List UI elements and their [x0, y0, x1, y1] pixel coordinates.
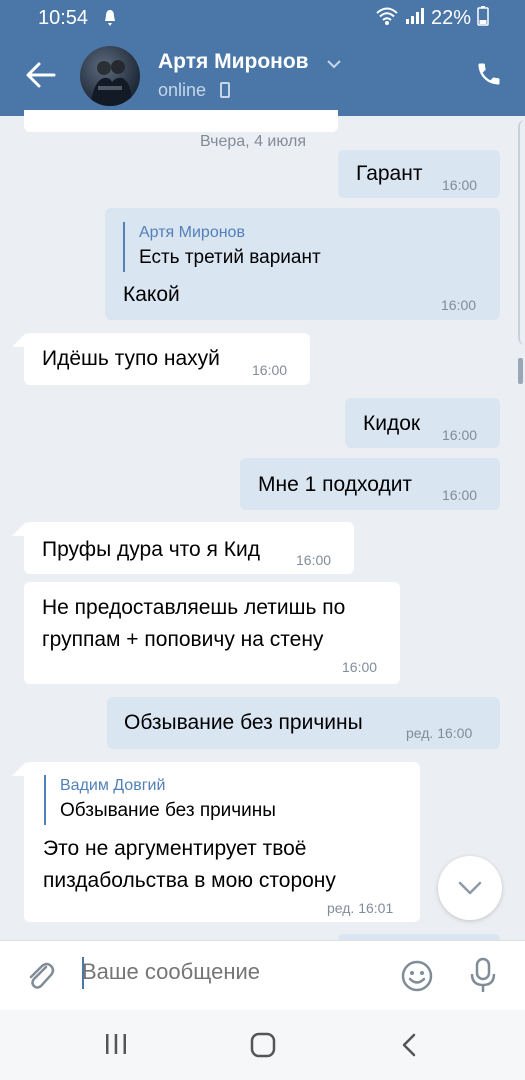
smiley-icon[interactable] — [400, 959, 434, 998]
chevron-down-icon — [456, 878, 484, 903]
message-bubble-outgoing[interactable]: Артя Миронов Есть третий вариант Какой 1… — [105, 208, 500, 320]
contact-name[interactable]: Артя Миронов — [158, 50, 309, 74]
status-right: 22% — [375, 6, 489, 31]
reply-text: Есть третий вариант — [139, 247, 321, 268]
microphone-icon[interactable] — [468, 957, 498, 1000]
status-time: 10:54 — [38, 7, 89, 29]
recents-icon[interactable] — [104, 1032, 128, 1061]
mobile-icon — [220, 82, 230, 98]
message-bubble-outgoing[interactable]: Обзывание без причины ред. 16:00 — [107, 697, 500, 749]
status-bar: 10:54 22% — [0, 0, 525, 36]
message-input[interactable] — [82, 959, 382, 985]
wifi-icon — [375, 6, 399, 31]
message-time: 16:00 — [342, 659, 378, 675]
message-text-line: пиздабольства в мою сторону — [43, 869, 336, 892]
scroll-down-button[interactable] — [438, 856, 502, 920]
message-time: 16:00 — [252, 362, 288, 378]
message-bubble-incoming[interactable]: Пруфы дура что я Кид 16:00 — [24, 522, 354, 574]
paperclip-icon[interactable] — [24, 959, 56, 998]
message-text: Обзывание без причины — [124, 711, 363, 734]
message-text: Мне 1 подходит — [258, 473, 413, 496]
signal-icon — [405, 7, 425, 30]
scrollbar-thumb[interactable] — [518, 358, 523, 384]
home-icon[interactable] — [250, 1032, 276, 1063]
message-time: ред. 16:00 — [406, 725, 473, 741]
date-separator: Вчера, 4 июля — [200, 133, 306, 150]
battery-percent: 22% — [430, 7, 471, 29]
app-bar: Артя Миронов online — [0, 36, 525, 116]
message-time: 16:00 — [442, 427, 478, 443]
reply-quote[interactable]: Артя Миронов Есть третий вариант — [123, 222, 321, 272]
arrow-left-icon[interactable] — [24, 60, 58, 90]
compose-bar — [0, 940, 525, 1011]
message-bubble-outgoing[interactable]: Гарант 16:00 — [338, 150, 500, 198]
phone-icon[interactable] — [475, 60, 503, 93]
system-nav-bar — [0, 1010, 525, 1080]
message-bubble-incoming[interactable]: Не предоставляешь летишь по группам + по… — [24, 582, 400, 684]
message-text-line: группам + поповичу на стену — [42, 628, 324, 651]
message-text-line: Это не аргументирует твоё — [43, 837, 307, 860]
chat-header: 10:54 22% Артя Миронов online — [0, 0, 525, 116]
message-time: 16:00 — [442, 177, 478, 193]
message-time: 16:00 — [296, 552, 332, 568]
notification-icon — [102, 8, 118, 33]
message-bubble-partial[interactable] — [24, 110, 338, 132]
scroll-track — [518, 120, 525, 345]
message-bubble-incoming[interactable]: Вадим Довгий Обзывание без причины Это н… — [24, 762, 420, 922]
message-bubble-outgoing[interactable]: Мне 1 подходит 16:00 — [240, 458, 500, 510]
reply-author: Артя Миронов — [139, 224, 245, 241]
message-text: Идёшь тупо нахуй — [42, 347, 220, 370]
battery-icon — [477, 6, 489, 31]
message-text: Кидок — [363, 412, 421, 435]
chevron-down-icon[interactable] — [327, 56, 341, 74]
message-text: Пруфы дура что я Кид — [42, 538, 260, 561]
message-bubble-outgoing[interactable]: Кидок 16:00 — [345, 398, 500, 448]
message-time: 16:00 — [442, 487, 478, 503]
contact-status: online — [158, 80, 207, 100]
avatar[interactable] — [80, 46, 140, 106]
message-time: 16:00 — [441, 297, 477, 313]
message-time: ред. 16:01 — [327, 900, 394, 916]
reply-text: Обзывание без причины — [60, 800, 276, 821]
reply-author: Вадим Довгий — [60, 777, 166, 794]
message-text: Какой — [123, 283, 180, 306]
reply-quote[interactable]: Вадим Довгий Обзывание без причины — [44, 775, 276, 825]
message-text: Гарант — [356, 162, 423, 185]
message-bubble-incoming[interactable]: Идёшь тупо нахуй 16:00 — [24, 333, 310, 385]
back-nav-icon[interactable] — [400, 1032, 418, 1063]
message-text-line: Не предоставляешь летишь по — [42, 596, 346, 619]
